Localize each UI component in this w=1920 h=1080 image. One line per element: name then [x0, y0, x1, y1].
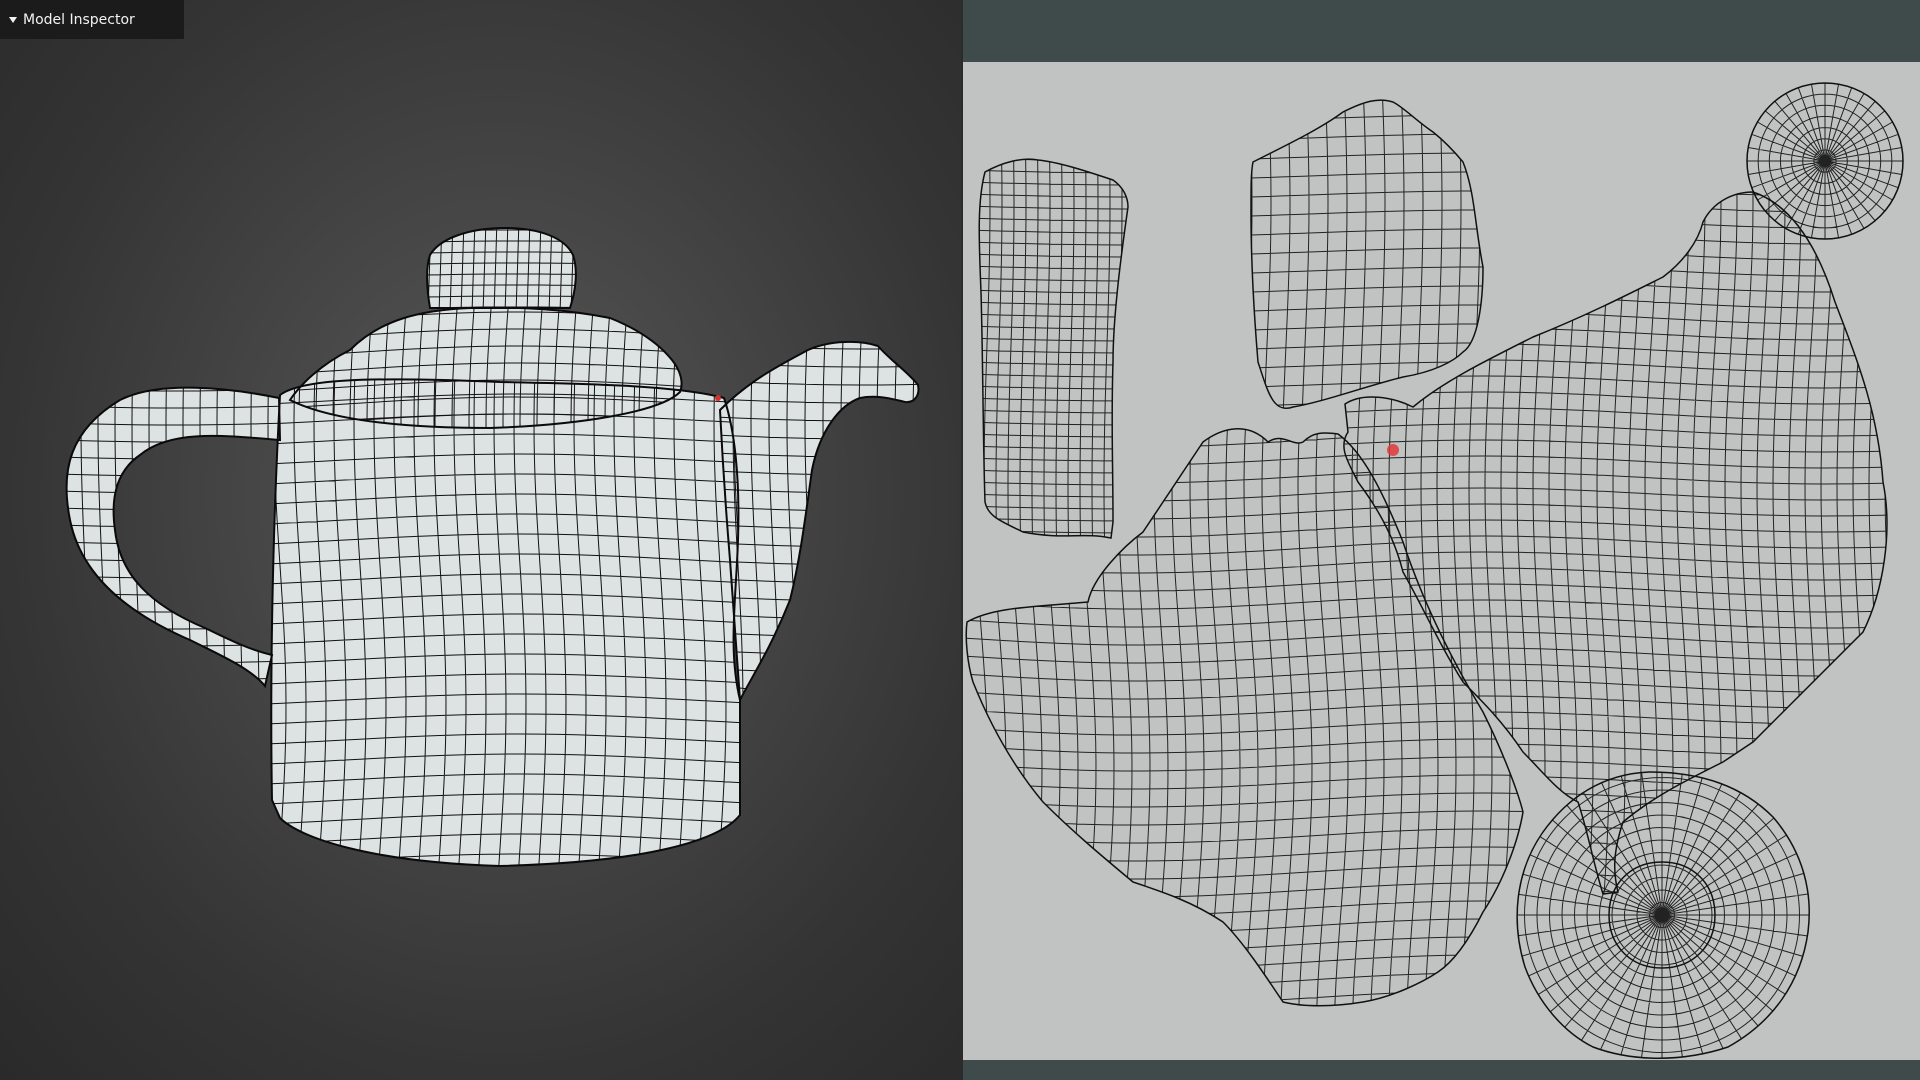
model-inspector-title: Model Inspector: [23, 11, 135, 28]
seam-highlight: [715, 395, 721, 401]
uv-layout[interactable]: [963, 62, 1920, 1060]
uv-editor-bottom-bar: [963, 1060, 1920, 1080]
teapot-spout: [720, 341, 919, 700]
model-inspector-header[interactable]: Model Inspector: [0, 0, 184, 39]
selected-vertex-marker[interactable]: [1387, 444, 1399, 456]
triangle-down-icon[interactable]: [9, 16, 17, 23]
viewport-3d[interactable]: [0, 0, 961, 1080]
uv-editor-panel: [963, 0, 1920, 1080]
teapot-body: [271, 379, 740, 866]
app-window: Model Inspector: [0, 0, 1920, 1080]
teapot-mesh[interactable]: [0, 0, 961, 1080]
uv-editor-top-bar: [963, 0, 1920, 62]
uv-canvas[interactable]: [963, 62, 1920, 1060]
